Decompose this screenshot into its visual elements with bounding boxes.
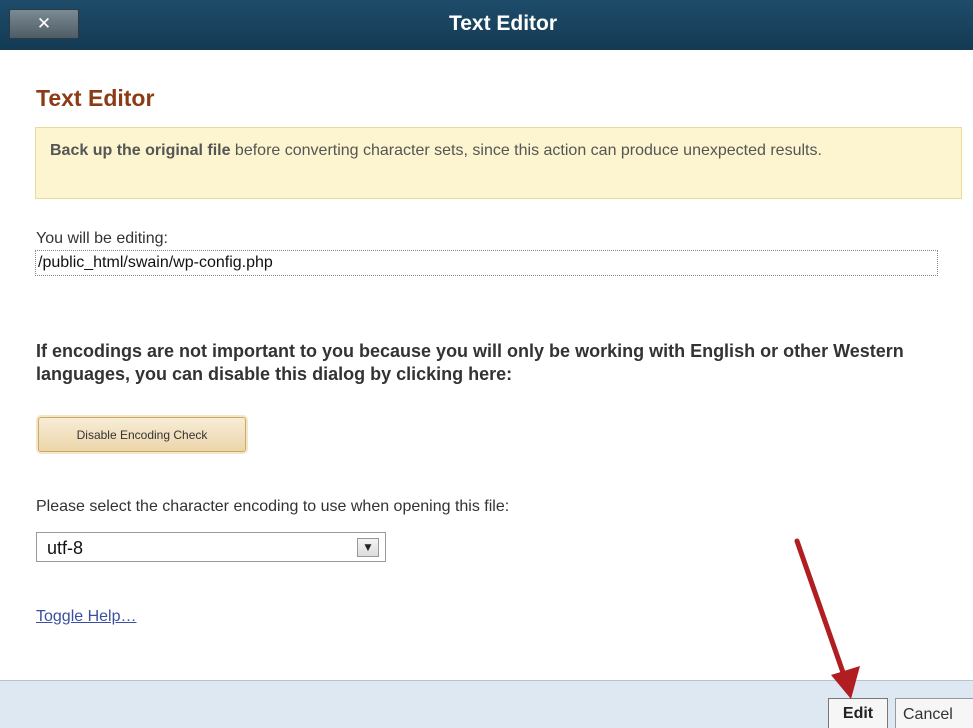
- dialog-footer: Edit Cancel: [0, 680, 973, 728]
- backup-warning: Back up the original file before convert…: [35, 127, 962, 199]
- editing-label: You will be editing:: [36, 230, 168, 247]
- dialog-title: Text Editor: [448, 12, 558, 35]
- encoding-select-label: Please select the character encoding to …: [36, 498, 510, 515]
- dialog-body: Text Editor Back up the original file be…: [0, 50, 973, 680]
- file-path-field: /public_html/swain/wp-config.php: [35, 250, 938, 276]
- cancel-button[interactable]: Cancel: [895, 698, 973, 728]
- dialog-titlebar: ✕ Text Editor: [0, 0, 973, 50]
- warning-bold-text: Back up the original file: [50, 142, 231, 159]
- page-title: Text Editor: [36, 85, 155, 111]
- disable-encoding-check-button[interactable]: Disable Encoding Check: [38, 417, 246, 452]
- encoding-selected-value: utf-8: [47, 538, 84, 558]
- toggle-help-link[interactable]: Toggle Help…: [36, 608, 137, 626]
- chevron-down-icon[interactable]: ▼: [357, 538, 379, 557]
- warning-text: before converting character sets, since …: [230, 142, 822, 159]
- encoding-select[interactable]: utf-8 ▼: [36, 532, 386, 562]
- encoding-note: If encodings are not important to you be…: [36, 341, 904, 384]
- edit-button[interactable]: Edit: [828, 698, 888, 728]
